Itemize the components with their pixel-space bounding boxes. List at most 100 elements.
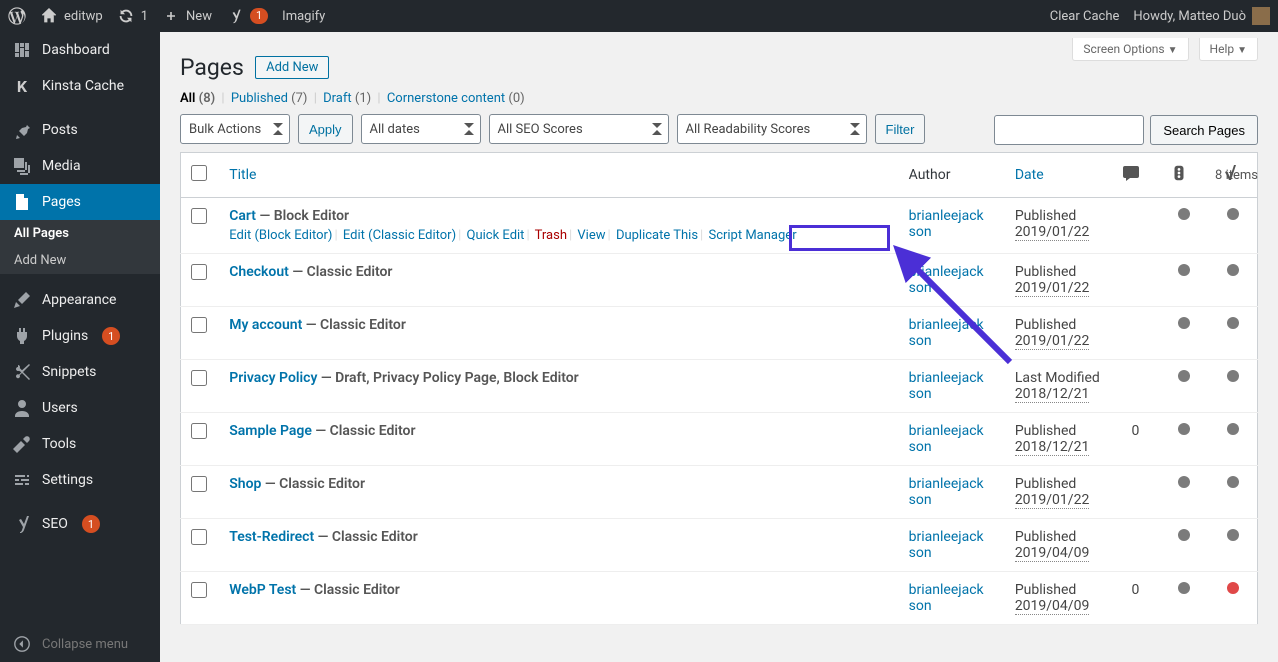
trash-link[interactable]: Trash: [535, 228, 567, 243]
comments-cell: 0: [1111, 572, 1160, 625]
author-link[interactable]: brianleejackson: [909, 423, 984, 455]
readability-dot: [1227, 370, 1239, 382]
view-link[interactable]: View: [577, 228, 605, 243]
duplicate-this-link[interactable]: Duplicate This: [616, 228, 698, 243]
new-content-label: New: [186, 9, 212, 24]
filter-all[interactable]: All (8): [180, 91, 215, 106]
menu-kinsta-cache[interactable]: KKinsta Cache: [0, 68, 160, 104]
post-state: — Classic Editor: [315, 423, 415, 439]
yoast-notifications[interactable]: 1: [226, 7, 268, 25]
page-title-link[interactable]: Shop: [229, 476, 261, 492]
table-row: My account — Classic Editorbrianleejacks…: [181, 307, 1258, 360]
menu-snippets[interactable]: Snippets: [0, 354, 160, 390]
page-title-link[interactable]: My account: [229, 317, 302, 333]
table-row: Checkout — Classic Editorbrianleejackson…: [181, 254, 1258, 307]
date-value: 2019/01/22: [1015, 280, 1090, 297]
author-link[interactable]: brianleejackson: [909, 529, 984, 561]
table-row: Shop — Classic EditorbrianleejacksonPubl…: [181, 466, 1258, 519]
row-checkbox[interactable]: [191, 264, 207, 280]
page-title-link[interactable]: Checkout: [229, 264, 289, 280]
date-status: Published: [1015, 476, 1076, 492]
menu-media[interactable]: Media: [0, 148, 160, 184]
page-title-link[interactable]: Test-Redirect: [229, 529, 314, 545]
screen-options-tab[interactable]: Screen Options ▼: [1072, 38, 1188, 61]
row-checkbox[interactable]: [191, 423, 207, 439]
clear-cache[interactable]: Clear Cache: [1050, 9, 1120, 24]
search-input[interactable]: [994, 115, 1144, 145]
page-title-link[interactable]: Privacy Policy: [229, 370, 317, 386]
author-link[interactable]: brianleejackson: [909, 208, 984, 240]
filter-cornerstone[interactable]: Cornerstone content (0): [387, 91, 525, 106]
menu-settings[interactable]: Settings: [0, 462, 160, 498]
add-new-button[interactable]: Add New: [255, 56, 329, 79]
menu-posts[interactable]: Posts: [0, 112, 160, 148]
page-title-link[interactable]: Sample Page: [229, 423, 312, 439]
update-icon: [117, 7, 135, 25]
col-date[interactable]: Date: [1015, 167, 1044, 183]
chevron-down-icon: ▼: [1168, 45, 1178, 56]
submenu-add-new[interactable]: Add New: [0, 247, 160, 274]
edit-block-link[interactable]: Edit (Block Editor): [229, 228, 332, 243]
row-checkbox[interactable]: [191, 317, 207, 333]
author-link[interactable]: brianleejackson: [909, 317, 984, 349]
seo-score-select[interactable]: All SEO Scores: [489, 114, 669, 144]
row-checkbox[interactable]: [191, 529, 207, 545]
menu-tools[interactable]: Tools: [0, 426, 160, 462]
bulk-actions-select[interactable]: Bulk Actions: [180, 114, 290, 144]
menu-plugins[interactable]: Plugins1: [0, 318, 160, 354]
seo-score-icon[interactable]: [1170, 163, 1188, 181]
seo-dot: [1178, 264, 1190, 276]
howdy[interactable]: Howdy, Matteo Duò: [1133, 7, 1270, 25]
help-tab[interactable]: Help ▼: [1199, 38, 1258, 61]
row-checkbox[interactable]: [191, 582, 207, 598]
row-checkbox[interactable]: [191, 370, 207, 386]
comments-cell: [1111, 198, 1160, 254]
page-title-link[interactable]: Cart: [229, 208, 256, 224]
menu-appearance[interactable]: Appearance: [0, 282, 160, 318]
author-link[interactable]: brianleejackson: [909, 370, 984, 402]
submenu-all-pages[interactable]: All Pages: [0, 220, 160, 247]
script-manager-link[interactable]: Script Manager: [708, 228, 796, 243]
menu-pages[interactable]: Pages: [0, 184, 160, 220]
filter-draft[interactable]: Draft (1): [323, 91, 371, 106]
select-all-checkbox[interactable]: [191, 165, 207, 181]
readability-score-select[interactable]: All Readability Scores: [677, 114, 867, 144]
post-state: — Draft, Privacy Policy Page, Block Edit…: [321, 370, 579, 386]
quick-edit-link[interactable]: Quick Edit: [467, 228, 525, 243]
row-checkbox[interactable]: [191, 208, 207, 224]
row-actions: Edit (Block Editor)| Edit (Classic Edito…: [229, 228, 888, 243]
submenu-pages: All Pages Add New: [0, 220, 160, 274]
author-link[interactable]: brianleejackson: [909, 476, 984, 508]
search-pages-button[interactable]: Search Pages: [1150, 115, 1258, 145]
author-link[interactable]: brianleejackson: [909, 582, 984, 614]
collapse-menu[interactable]: Collapse menu: [0, 626, 160, 662]
wp-logo[interactable]: [8, 7, 26, 25]
new-content[interactable]: New: [162, 7, 212, 25]
content-area: Screen Options ▼ Help ▼ Pages Add New Se…: [160, 32, 1278, 662]
pages-table: Title Author Date Cart — Block Editor Ed…: [180, 152, 1258, 625]
comments-icon[interactable]: [1121, 163, 1139, 181]
menu-seo[interactable]: SEO1: [0, 506, 160, 542]
post-state: — Classic Editor: [318, 529, 418, 545]
col-title[interactable]: Title: [229, 167, 256, 183]
readability-dot: [1227, 423, 1239, 435]
row-checkbox[interactable]: [191, 476, 207, 492]
site-name[interactable]: editwp: [40, 7, 103, 25]
filter-button[interactable]: Filter: [875, 114, 926, 144]
readability-dot: [1227, 208, 1239, 220]
imagify[interactable]: Imagify: [282, 9, 325, 24]
apply-button[interactable]: Apply: [298, 114, 353, 144]
updates[interactable]: 1: [117, 7, 148, 25]
filter-published[interactable]: Published (7): [231, 91, 308, 106]
date-status: Published: [1015, 208, 1076, 224]
menu-users[interactable]: Users: [0, 390, 160, 426]
date-status: Published: [1015, 529, 1076, 545]
page-title-link[interactable]: WebP Test: [229, 582, 296, 598]
author-link[interactable]: brianleejackson: [909, 264, 984, 296]
menu-dashboard[interactable]: Dashboard: [0, 32, 160, 68]
date-filter-select[interactable]: All dates: [361, 114, 481, 144]
plugins-update-count: 1: [102, 327, 120, 345]
readability-dot: [1227, 317, 1239, 329]
page-icon: [12, 192, 32, 212]
edit-classic-link[interactable]: Edit (Classic Editor): [343, 228, 456, 243]
